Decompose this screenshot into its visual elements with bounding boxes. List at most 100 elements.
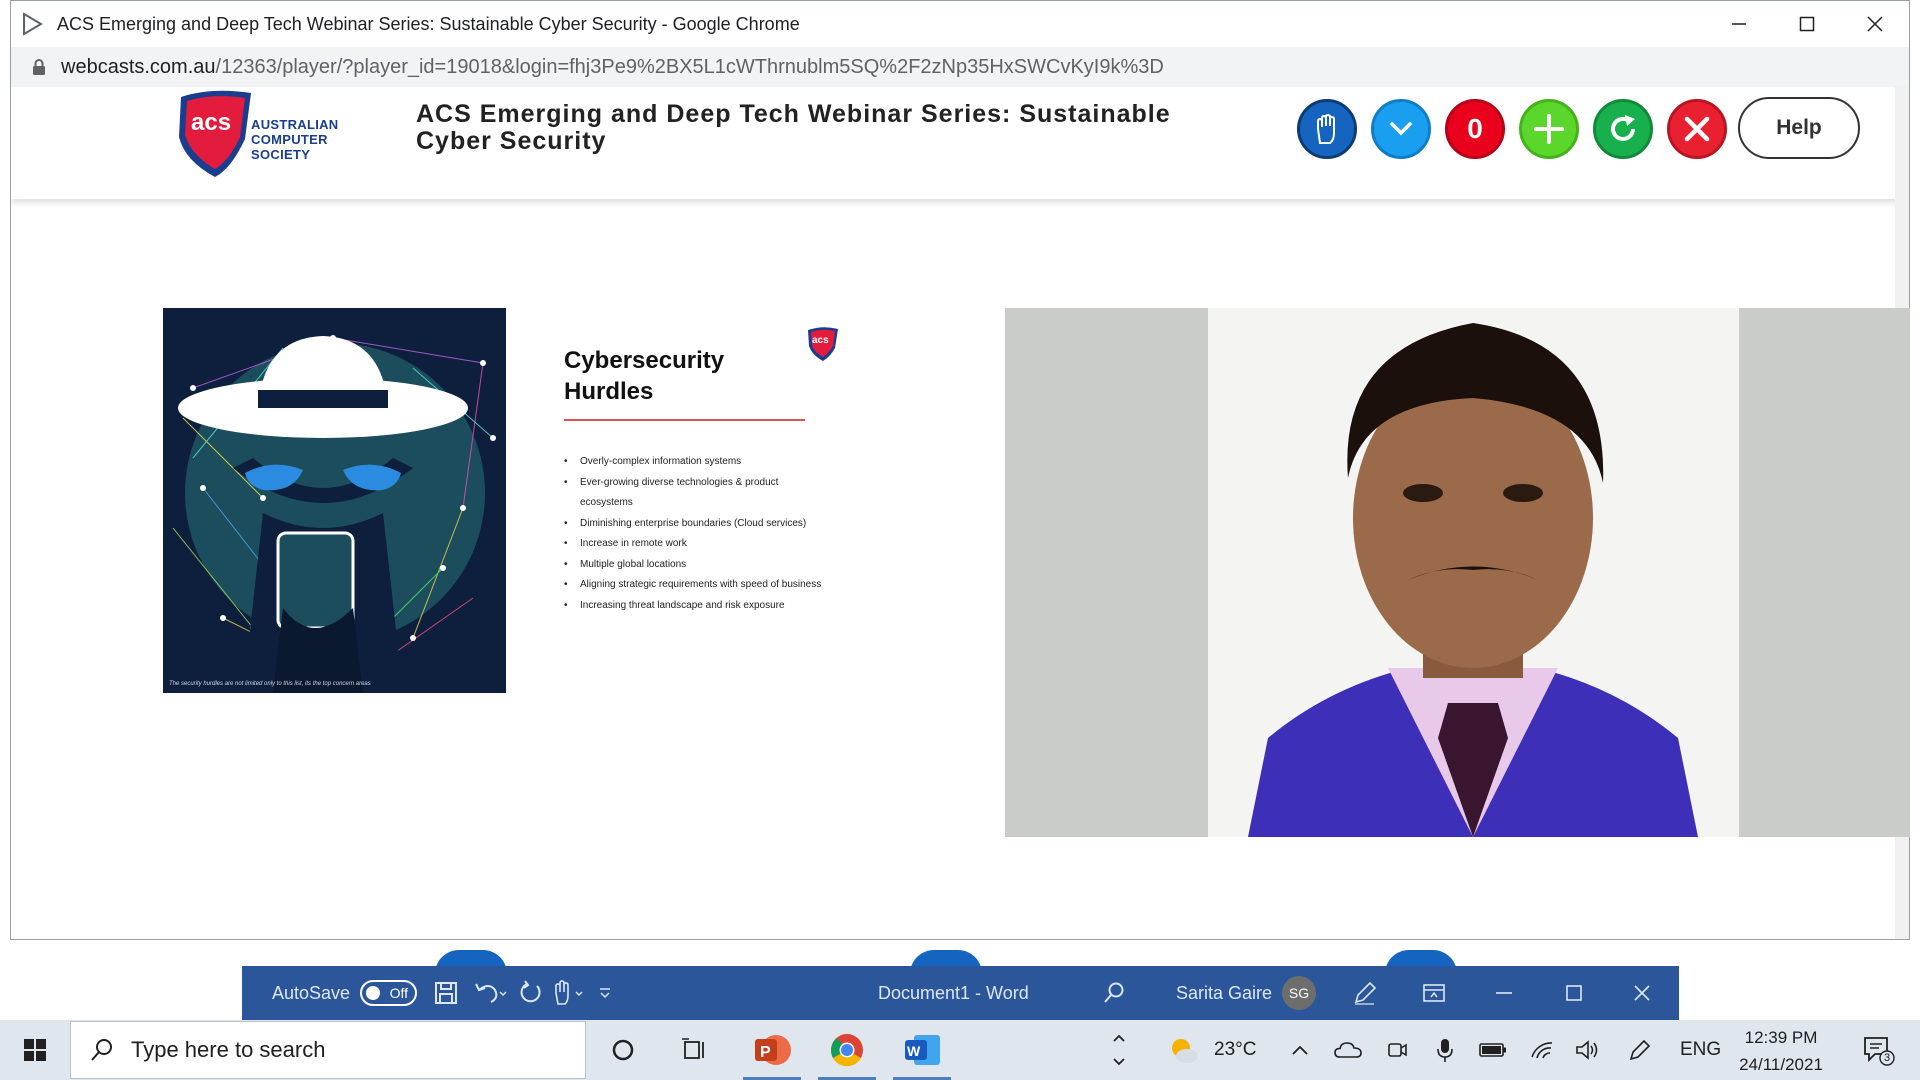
counter-badge-button[interactable]: 0: [1445, 99, 1505, 159]
task-view-icon: [682, 1038, 704, 1059]
url-text[interactable]: webcasts.com.au/12363/player/?player_id=…: [61, 56, 1164, 79]
taskbar-search[interactable]: Type here to search: [70, 1021, 586, 1079]
word-taskbar-button[interactable]: W: [887, 1020, 957, 1080]
redo-icon[interactable]: [517, 980, 543, 1006]
add-button[interactable]: [1519, 99, 1579, 159]
powerpoint-icon: P: [755, 1035, 791, 1065]
taskbar-scroll-buttons[interactable]: [1108, 1020, 1130, 1080]
play-icon: [23, 12, 43, 36]
user-name[interactable]: Sarita Gaire: [1176, 983, 1272, 1004]
microphone-button[interactable]: [1430, 1020, 1460, 1080]
svg-text:acs: acs: [812, 335, 829, 346]
task-view-button[interactable]: [672, 1020, 718, 1080]
refresh-icon: [1611, 115, 1635, 141]
wifi-icon: [1531, 1042, 1553, 1059]
clock-time: 12:39 PM: [1744, 1028, 1818, 1047]
speaker-video-feed: [1208, 308, 1739, 837]
svg-text:W: W: [907, 1043, 921, 1059]
chrome-taskbar-button[interactable]: [812, 1020, 882, 1080]
notification-count: 3: [1884, 1052, 1891, 1064]
minimize-icon: [1732, 23, 1746, 25]
save-icon[interactable]: [433, 980, 459, 1006]
search-icon: [91, 1039, 112, 1061]
weather-partly-sunny-icon: [1172, 1039, 1198, 1063]
powerpoint-taskbar-button[interactable]: P: [737, 1020, 807, 1080]
raise-hand-button[interactable]: [1297, 99, 1357, 159]
maximize-button[interactable]: [1773, 1, 1841, 47]
lock-icon[interactable]: [31, 58, 47, 76]
refresh-button[interactable]: [1593, 99, 1653, 159]
slide-caption: The security hurdles are not limited onl…: [169, 681, 371, 687]
title-bar: ACS Emerging and Deep Tech Webinar Serie…: [11, 1, 1909, 47]
slide-heading-line2: Hurdles: [564, 378, 654, 405]
word-titlebar: AutoSave Off Document1 - Word Sarita Gai…: [242, 966, 1679, 1020]
customize-toolbar-icon[interactable]: [595, 980, 615, 1006]
acs-slide-logo: acs: [808, 327, 838, 361]
avatar-initials: SG: [1288, 985, 1310, 1001]
document-title: Document1 - Word: [878, 982, 1029, 1003]
weather-button[interactable]: [1164, 1020, 1204, 1080]
exit-button[interactable]: [1667, 99, 1727, 159]
meet-now-button[interactable]: [1382, 1020, 1412, 1080]
help-button[interactable]: Help: [1738, 97, 1860, 159]
undo-icon[interactable]: [473, 980, 507, 1006]
slide-bullet: Overly-complex information systems: [564, 452, 824, 473]
battery-icon: [1479, 1043, 1506, 1057]
slide-bullet: Diminishing enterprise boundaries (Cloud…: [564, 514, 824, 535]
slide-bullet: Multiple global locations: [564, 555, 824, 576]
touch-mode-icon[interactable]: [551, 980, 587, 1006]
close-icon: [1684, 116, 1710, 142]
ribbon-display-icon[interactable]: [1422, 982, 1446, 1004]
autosave-state: Off: [389, 985, 409, 1001]
chrome-icon: [831, 1034, 863, 1067]
language-indicator[interactable]: ENG: [1680, 1020, 1721, 1080]
temperature[interactable]: 23°C: [1214, 1020, 1256, 1080]
maximize-icon[interactable]: [1564, 983, 1584, 1003]
svg-text:P: P: [760, 1044, 771, 1061]
chevron-up-icon: [1113, 1034, 1125, 1042]
clock-date: 24/11/2021: [1739, 1055, 1823, 1074]
show-hidden-icons-button[interactable]: [1286, 1020, 1314, 1080]
plus-icon: [1534, 114, 1564, 144]
slide-divider: [564, 419, 805, 421]
autosave-label: AutoSave: [272, 982, 351, 1003]
autosave-toggle[interactable]: Off: [360, 980, 418, 1006]
page-title: ACS Emerging and Deep Tech Webinar Serie…: [416, 100, 1171, 155]
slide-bullet: Ever-growing diverse technologies & prod…: [564, 473, 824, 514]
windows-icon: [24, 1039, 46, 1061]
slide-heading: Cybersecurity Hurdles: [564, 345, 724, 407]
minimize-icon[interactable]: [1494, 983, 1514, 1003]
clock[interactable]: 12:39 PM 24/11/2021: [1716, 1024, 1846, 1078]
cortana-button[interactable]: [600, 1020, 646, 1080]
avatar[interactable]: SG: [1282, 976, 1316, 1010]
logo-text: AUSTRALIAN COMPUTER SOCIETY: [251, 117, 339, 162]
dropdown-button[interactable]: [1371, 99, 1431, 159]
search-icon[interactable]: [1102, 981, 1126, 1005]
battery-button[interactable]: [1476, 1020, 1510, 1080]
cloud-icon: [1334, 1042, 1362, 1058]
search-placeholder: Type here to search: [131, 1037, 326, 1062]
notifications-button[interactable]: 3: [1852, 1020, 1904, 1080]
volume-button[interactable]: [1572, 1020, 1604, 1080]
slide-bullet: Increasing threat landscape and risk exp…: [564, 596, 824, 617]
wifi-button[interactable]: [1526, 1020, 1558, 1080]
chevron-down-icon: [1390, 122, 1412, 136]
close-window-button[interactable]: [1841, 1, 1909, 47]
onedrive-button[interactable]: [1332, 1020, 1364, 1080]
close-icon: [1867, 16, 1883, 32]
svg-text:acs: acs: [191, 109, 231, 136]
pen-workspace-button[interactable]: [1624, 1020, 1656, 1080]
pen-icon[interactable]: [1352, 980, 1378, 1006]
window-title: ACS Emerging and Deep Tech Webinar Serie…: [57, 13, 800, 34]
close-icon[interactable]: [1632, 983, 1652, 1003]
minimize-button[interactable]: [1705, 1, 1773, 47]
counter-value: 0: [1467, 113, 1483, 144]
start-button[interactable]: [0, 1020, 70, 1080]
microphone-icon: [1437, 1039, 1453, 1062]
url-path: /12363/player/?player_id=19018&login=fhj…: [215, 55, 1164, 78]
address-bar[interactable]: webcasts.com.au/12363/player/?player_id=…: [11, 47, 1909, 87]
slide-bullet-list: Overly-complex information systems Ever-…: [564, 452, 824, 616]
speaker-video[interactable]: [1005, 308, 1910, 837]
hacker-graphic: [172, 335, 496, 693]
cortana-icon: [612, 1039, 634, 1061]
